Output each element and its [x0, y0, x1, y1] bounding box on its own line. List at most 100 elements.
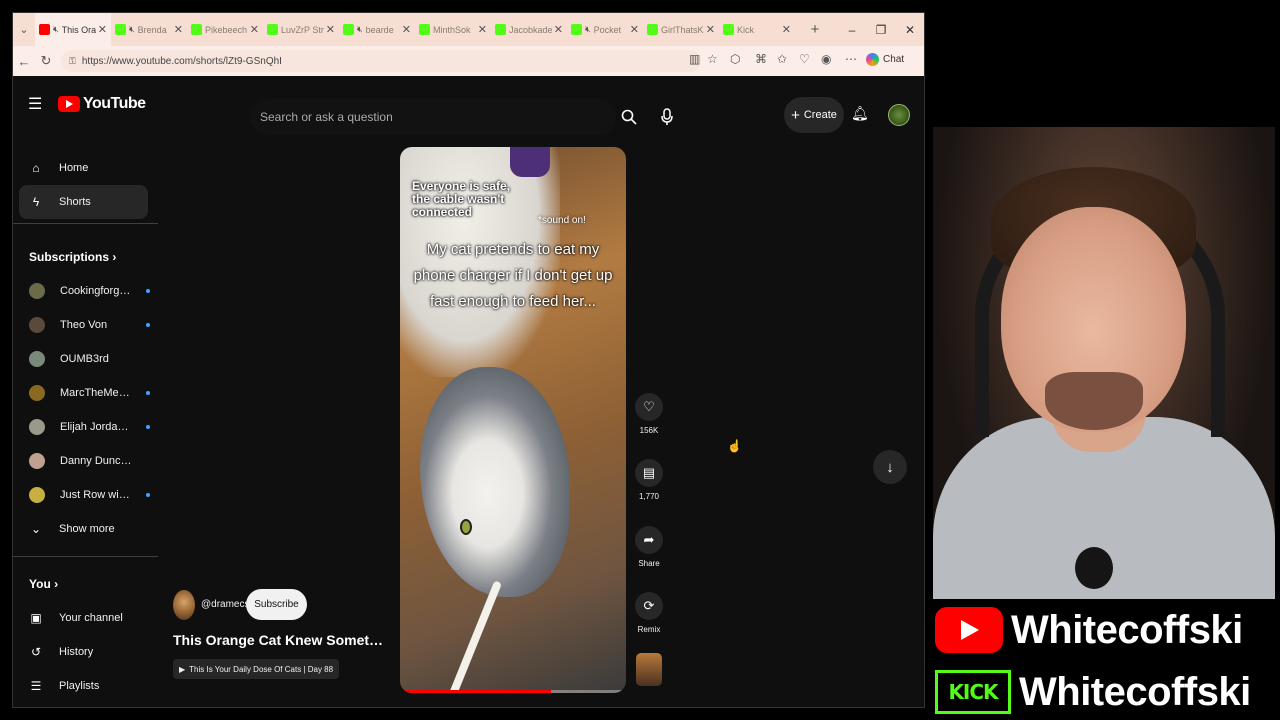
sidebar-item[interactable]: MarcTheMessen... — [19, 376, 150, 410]
next-short-preview[interactable] — [400, 707, 626, 708]
account-avatar[interactable] — [888, 104, 910, 126]
sidebar-item[interactable]: ▣ Your channel — [19, 601, 148, 635]
short-title[interactable]: This Orange Cat Knew Something W... — [173, 632, 388, 648]
copilot-chat-button[interactable]: Chat — [866, 53, 904, 66]
short-video-player[interactable]: Everyone is safe, the cable wasn't conne… — [400, 147, 626, 693]
browser-tab[interactable]: GirlThatsK ✕ — [643, 13, 719, 46]
create-label: Create — [803, 109, 837, 121]
favorite-star-icon[interactable]: ☆ — [707, 52, 718, 66]
site-info-icon[interactable]: ⚿ — [69, 56, 76, 67]
minimize-icon[interactable]: – — [838, 13, 866, 46]
sound-thumbnail[interactable] — [636, 653, 662, 686]
sidebar-item[interactable]: OUMB3rd — [19, 342, 148, 376]
back-icon[interactable]: ← — [13, 54, 35, 69]
subscriptions-heading[interactable]: Subscriptions › — [29, 250, 116, 264]
close-tab-icon[interactable]: ✕ — [554, 23, 563, 36]
sidebar-divider — [13, 223, 158, 224]
sidebar-item[interactable]: Theo Von — [19, 308, 150, 342]
webcam-feed — [933, 127, 1275, 599]
like-icon: ♡ — [635, 393, 663, 421]
like-count: 156K — [639, 426, 659, 435]
next-short-button[interactable]: ↓ — [873, 450, 907, 484]
kick-favicon-icon — [115, 24, 126, 35]
url-text: https://www.youtube.com/shorts/lZt9-GSnQ… — [81, 55, 282, 67]
create-button[interactable]: + Create — [784, 97, 844, 133]
muted-tab-icon[interactable]: 🔇︎ — [585, 24, 591, 35]
browser-tab[interactable]: 🔇︎ Brenda ✕ — [111, 13, 187, 46]
browser-tab[interactable]: Jacobkadel ✕ — [491, 13, 567, 46]
browser-essentials-icon[interactable]: ♡ — [799, 52, 810, 66]
close-tab-icon[interactable]: ✕ — [630, 23, 639, 36]
playlist-chip[interactable]: ▶ This Is Your Daily Dose Of Cats | Day … — [173, 659, 340, 679]
close-tab-icon[interactable]: ✕ — [782, 23, 791, 36]
split-screen-icon[interactable]: ▥ — [689, 52, 700, 66]
voice-search-button[interactable] — [652, 99, 682, 135]
like-button[interactable]: ♡ 156K — [635, 393, 663, 435]
close-tab-icon[interactable]: ✕ — [402, 23, 411, 36]
close-tab-icon[interactable]: ✕ — [98, 23, 107, 36]
remix-button[interactable]: ⟳ Remix — [635, 592, 663, 634]
reader-icon[interactable]: ⌘ — [755, 52, 767, 66]
close-tab-icon[interactable]: ✕ — [326, 23, 335, 36]
close-tab-icon[interactable]: ✕ — [174, 23, 183, 36]
show-more-button[interactable]: ⌄ Show more — [19, 512, 148, 546]
new-content-dot — [146, 289, 150, 293]
browser-tab[interactable]: Pikebeech ✕ — [187, 13, 263, 46]
muted-tab-icon[interactable]: 🔇︎ — [53, 24, 59, 35]
sidebar-item[interactable]: Danny Duncan — [19, 444, 148, 478]
channel-avatar[interactable] — [173, 590, 195, 620]
channel-name[interactable]: @dramecs — [201, 599, 250, 610]
sidebar-item-label: History — [59, 646, 94, 658]
search-button[interactable] — [616, 99, 642, 135]
url-field[interactable]: ⚿ https://www.youtube.com/shorts/lZt9-GS… — [61, 50, 701, 72]
close-tab-icon[interactable]: ✕ — [250, 23, 259, 36]
refresh-icon[interactable]: ↻ — [35, 53, 57, 69]
muted-tab-icon[interactable]: 🔇︎ — [357, 24, 363, 35]
browser-tab[interactable]: MinthSok ✕ — [415, 13, 491, 46]
browser-tab[interactable]: 🔇︎ bearde ✕ — [339, 13, 415, 46]
tab-title: Kick — [737, 24, 755, 35]
favorites-bar-icon[interactable]: ✩ — [777, 52, 787, 66]
show-more-label: Show more — [59, 523, 115, 535]
search-placeholder: Search or ask a question — [260, 110, 393, 124]
browser-tab[interactable]: Kick ✕ — [719, 13, 795, 46]
overlay-notice-text: Everyone is safe, the cable wasn't conne… — [412, 179, 511, 219]
sidebar-item[interactable]: ☰ Playlists — [19, 669, 148, 703]
browser-tab[interactable]: 🔇︎ Pocket ✕ — [567, 13, 643, 46]
search-input[interactable]: Search or ask a question — [250, 99, 616, 135]
profile-icon[interactable]: ◉ — [821, 52, 831, 66]
muted-tab-icon[interactable]: 🔇︎ — [129, 24, 135, 35]
channel-avatar — [29, 283, 45, 299]
browser-tab[interactable]: LuvZrP Stre✕ — [263, 13, 339, 46]
sidebar-item[interactable]: ϟ Shorts — [19, 185, 148, 219]
new-tab-button[interactable]: + — [803, 21, 827, 38]
restore-icon[interactable]: ❐ — [867, 13, 895, 46]
more-menu-icon[interactable]: ⋯ — [845, 52, 857, 66]
sidebar-item[interactable]: ⌂ Home — [19, 151, 148, 185]
sidebar-item[interactable]: Cookingforgains — [19, 274, 150, 308]
menu-icon[interactable]: ☰ — [28, 94, 42, 114]
video-progress-bar[interactable] — [400, 690, 626, 693]
comments-button[interactable]: ▤ 1,770 — [635, 459, 663, 501]
share-label: Share — [638, 559, 660, 568]
tab-list-icon[interactable]: ⌄ — [13, 23, 35, 36]
notifications-bell-icon[interactable]: 🔔︎ — [851, 105, 869, 122]
sidebar-item[interactable]: Elijah Jordan 2300 — [19, 410, 150, 444]
youtube-logo[interactable]: YouTube — [58, 95, 146, 113]
share-button[interactable]: ➦ Share — [635, 526, 663, 568]
you-heading[interactable]: You › — [29, 577, 58, 591]
browser-tab[interactable]: 🔇︎ This Ora ✕ — [35, 13, 111, 46]
remix-label: Remix — [637, 625, 661, 634]
close-tab-icon[interactable]: ✕ — [706, 23, 715, 36]
extension-icon[interactable]: ⬡ — [730, 52, 740, 66]
kick-favicon-icon — [267, 24, 278, 35]
arrow-down-icon: ↓ — [886, 458, 894, 476]
subscribe-button[interactable]: Subscribe — [246, 589, 307, 620]
sidebar-item[interactable]: Just Row with A... — [19, 478, 150, 512]
close-window-icon[interactable]: ✕ — [896, 13, 924, 46]
sidebar-item[interactable]: ◷Watch later — [19, 703, 148, 707]
sidebar: ⌂ Home ϟ Shorts Subscriptions › Cookingforgai… — [13, 132, 158, 707]
close-tab-icon[interactable]: ✕ — [478, 23, 487, 36]
sidebar-item[interactable]: ↺ History — [19, 635, 148, 669]
chevron-right-icon: › — [50, 577, 59, 591]
